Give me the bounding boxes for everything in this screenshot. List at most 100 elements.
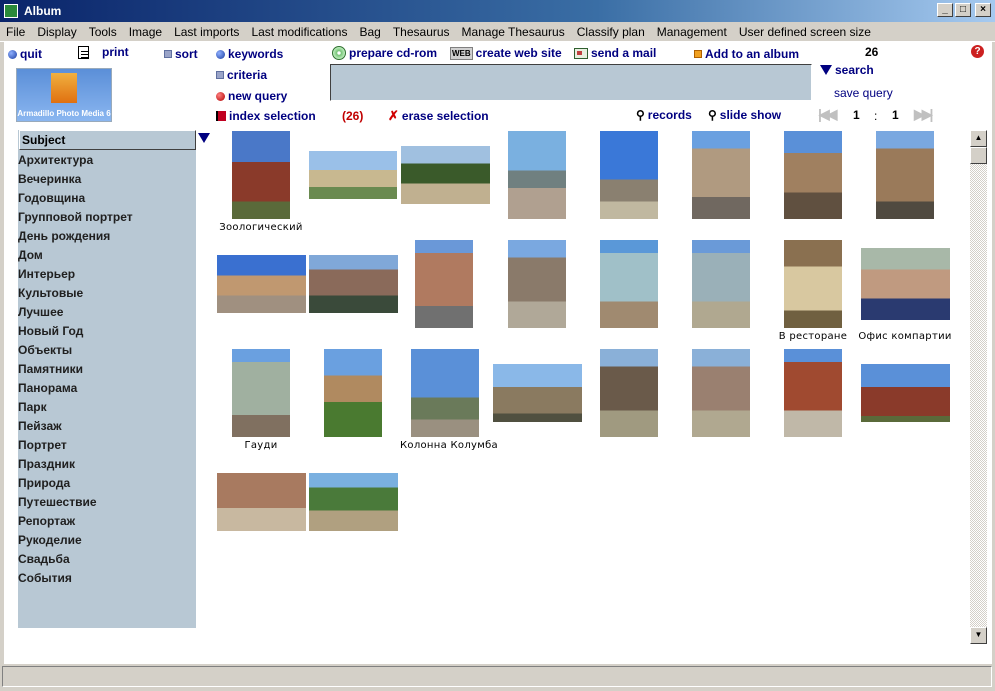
subject-item[interactable]: События: [18, 571, 72, 585]
subject-item[interactable]: Свадьба: [18, 552, 70, 566]
subject-item[interactable]: Годовщина: [18, 191, 85, 205]
subject-header[interactable]: Subject: [19, 130, 196, 150]
photo-thumbnail[interactable]: [493, 364, 582, 422]
maximize-button[interactable]: □: [955, 3, 971, 17]
photo-thumbnail[interactable]: [232, 349, 290, 437]
slide-show-button[interactable]: ⚲ slide show: [708, 108, 781, 122]
index-selection-button[interactable]: index selection: [216, 109, 316, 123]
photo-thumbnail[interactable]: [508, 131, 566, 219]
menu-last-modifications[interactable]: Last modifications: [245, 25, 353, 39]
scroll-thumb[interactable]: [970, 147, 987, 164]
selection-count: (26): [342, 109, 364, 123]
app-icon: [4, 4, 18, 18]
subject-item[interactable]: Панорама: [18, 381, 77, 395]
web-icon: WEB: [450, 46, 473, 60]
subject-item[interactable]: Интерьер: [18, 267, 75, 281]
subject-item[interactable]: Дом: [18, 248, 43, 262]
search-input[interactable]: [331, 65, 811, 100]
new-query-button[interactable]: new query: [216, 89, 287, 103]
criteria-icon: [216, 71, 224, 79]
create-web-site-button[interactable]: WEB create web site: [450, 46, 562, 60]
search-field[interactable]: [330, 64, 812, 101]
photo-thumbnail[interactable]: [401, 146, 490, 204]
first-page-icon[interactable]: |◀◀: [818, 106, 838, 123]
photo-thumbnail[interactable]: [415, 240, 473, 328]
records-button[interactable]: ⚲ records: [636, 108, 692, 122]
photo-caption: Зоологический: [219, 222, 303, 233]
photo-thumbnail[interactable]: [600, 240, 658, 328]
album-icon: [694, 50, 702, 58]
menu-bag[interactable]: Bag: [353, 25, 386, 39]
photo-thumbnail[interactable]: [784, 131, 842, 219]
menu-display[interactable]: Display: [31, 25, 82, 39]
quit-button[interactable]: quit: [8, 47, 42, 61]
photo-thumbnail[interactable]: [784, 240, 842, 328]
photo-thumbnail[interactable]: [600, 131, 658, 219]
subject-item[interactable]: Парк: [18, 400, 47, 414]
menu-user-defined-screen-size[interactable]: User defined screen size: [733, 25, 877, 39]
subject-item[interactable]: Путешествие: [18, 495, 97, 509]
subject-item[interactable]: Пейзаж: [18, 419, 62, 433]
send-mail-button[interactable]: send a mail: [574, 46, 656, 60]
subject-item[interactable]: Групповой портрет: [18, 210, 133, 224]
photo-thumbnail[interactable]: [784, 349, 842, 437]
photo-thumbnail[interactable]: [309, 473, 398, 531]
photo-thumbnail[interactable]: [692, 349, 750, 437]
subject-item[interactable]: Культовые: [18, 286, 83, 300]
photo-thumbnail[interactable]: [508, 240, 566, 328]
photo-thumbnail[interactable]: [861, 364, 950, 422]
photo-thumbnail[interactable]: [692, 240, 750, 328]
prepare-cd-button[interactable]: prepare cd-rom: [332, 46, 437, 60]
subject-item[interactable]: Репортаж: [18, 514, 75, 528]
subject-item[interactable]: Рукоделие: [18, 533, 82, 547]
subject-item[interactable]: Памятники: [18, 362, 83, 376]
erase-selection-button[interactable]: ✗ erase selection: [388, 108, 489, 124]
photo-thumbnail[interactable]: [600, 349, 658, 437]
photo-thumbnail[interactable]: [217, 255, 306, 313]
keywords-button[interactable]: keywords: [216, 47, 283, 61]
vertical-scrollbar[interactable]: ▲ ▼: [970, 130, 987, 644]
photo-thumbnail[interactable]: [232, 131, 290, 219]
menu-image[interactable]: Image: [123, 25, 168, 39]
photo-caption: Гауди: [244, 440, 278, 451]
quit-icon: [8, 49, 17, 59]
scroll-up-icon[interactable]: ▲: [970, 130, 987, 147]
total-count: 26: [865, 45, 879, 59]
subject-item[interactable]: Архитектура: [18, 153, 93, 167]
print-button[interactable]: print: [78, 45, 129, 59]
scroll-down-icon[interactable]: ▼: [970, 627, 987, 644]
close-button[interactable]: ×: [975, 3, 991, 17]
photo-thumbnail[interactable]: [861, 248, 950, 320]
subject-item[interactable]: Лучшее: [18, 305, 63, 319]
menu-file[interactable]: File: [0, 25, 31, 39]
sort-button[interactable]: sort: [164, 47, 198, 61]
menu-tools[interactable]: Tools: [83, 25, 123, 39]
subject-item[interactable]: Праздник: [18, 457, 75, 471]
subject-dropdown-icon[interactable]: [198, 133, 210, 143]
menu-management[interactable]: Management: [651, 25, 733, 39]
search-button[interactable]: search: [820, 63, 874, 77]
menu-manage-thesaurus[interactable]: Manage Thesaurus: [456, 25, 571, 39]
add-to-album-button[interactable]: Add to an album: [694, 47, 799, 61]
last-page-icon[interactable]: ▶▶|: [914, 106, 934, 123]
menu-classify-plan[interactable]: Classify plan: [571, 25, 651, 39]
help-icon[interactable]: ?: [971, 45, 984, 58]
subject-item[interactable]: Природа: [18, 476, 70, 490]
photo-thumbnail[interactable]: [309, 255, 398, 313]
save-query-link[interactable]: save query: [834, 86, 893, 100]
photo-thumbnail[interactable]: [876, 131, 934, 219]
menu-thesaurus[interactable]: Thesaurus: [387, 25, 456, 39]
subject-item[interactable]: Объекты: [18, 343, 72, 357]
criteria-button[interactable]: criteria: [216, 68, 267, 82]
photo-thumbnail[interactable]: [411, 349, 479, 437]
subject-item[interactable]: Вечеринка: [18, 172, 81, 186]
photo-thumbnail[interactable]: [692, 131, 750, 219]
subject-item[interactable]: День рождения: [18, 229, 110, 243]
photo-thumbnail[interactable]: [217, 473, 306, 531]
minimize-button[interactable]: _: [937, 3, 953, 17]
subject-item[interactable]: Новый Год: [18, 324, 83, 338]
photo-thumbnail[interactable]: [309, 151, 397, 199]
photo-thumbnail[interactable]: [324, 349, 382, 437]
subject-item[interactable]: Портрет: [18, 438, 67, 452]
menu-last-imports[interactable]: Last imports: [168, 25, 245, 39]
